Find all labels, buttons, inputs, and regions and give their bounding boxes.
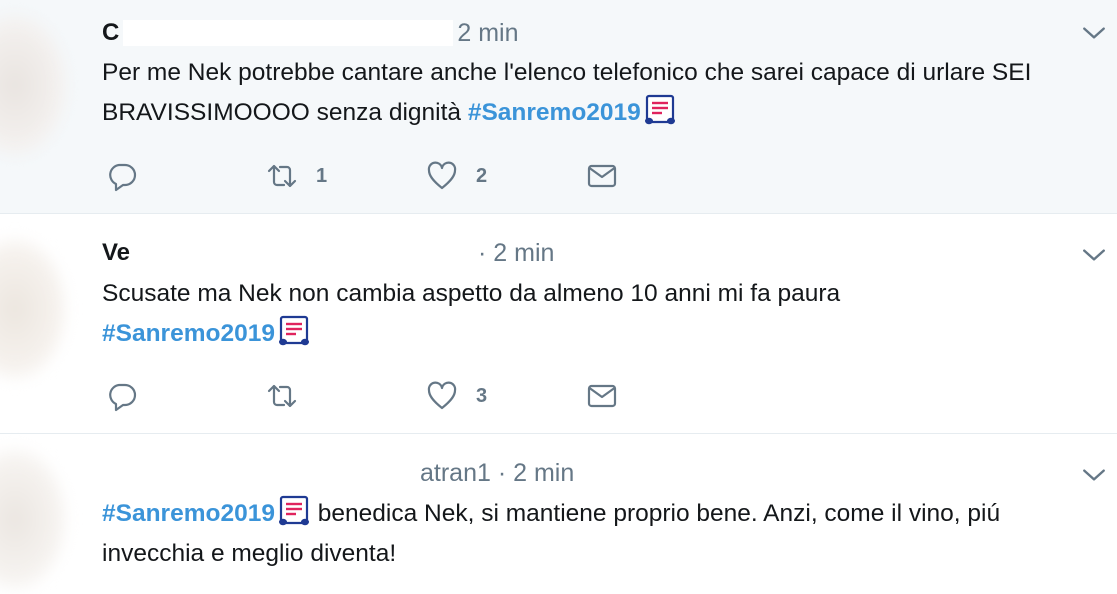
hashtag-link[interactable]: #Sanremo2019 <box>102 320 275 347</box>
tweet[interactable]: atran1 · 2 min #Sanremo2019 benedica Nek… <box>0 434 1117 594</box>
tweet-header: Ve · 2 min <box>102 238 554 268</box>
tweet-text: Scusate ma Nek non cambia aspetto da alm… <box>102 274 1097 354</box>
chevron-down-icon[interactable] <box>1081 242 1107 268</box>
avatar[interactable] <box>0 444 70 594</box>
dm-button[interactable] <box>586 380 746 412</box>
musical-score-emoji <box>278 495 309 526</box>
reply-icon <box>109 163 137 192</box>
redacted-handle <box>106 460 416 486</box>
like-button[interactable]: 3 <box>426 380 586 412</box>
like-count: 3 <box>476 384 488 407</box>
timestamp[interactable]: · 2 min <box>478 239 554 268</box>
like-count: 2 <box>476 164 488 187</box>
envelope-icon <box>587 384 617 408</box>
chevron-down-icon[interactable] <box>1081 462 1107 488</box>
redacted-handle <box>134 240 475 266</box>
tweet-text: #Sanremo2019 benedica Nek, si mantiene p… <box>102 494 1097 574</box>
hashtag-link[interactable]: #Sanremo2019 <box>468 99 641 126</box>
retweet-count: 1 <box>316 164 328 187</box>
tweet-header: atran1 · 2 min <box>102 458 574 488</box>
reply-icon <box>109 383 137 412</box>
musical-score-emoji <box>644 94 675 125</box>
timestamp[interactable]: · 2 min <box>498 459 574 488</box>
retweet-button[interactable]: 1 <box>266 160 426 192</box>
dm-button[interactable] <box>586 160 746 192</box>
retweet-button[interactable] <box>266 380 426 412</box>
tweet[interactable]: Ve · 2 min Scusate ma Nek non cambia asp… <box>0 214 1117 434</box>
like-button[interactable]: 2 <box>426 160 586 192</box>
redacted-handle <box>123 20 454 46</box>
retweet-icon <box>267 164 297 188</box>
avatar[interactable] <box>0 234 70 384</box>
author-handle-fragment[interactable]: atran1 <box>420 459 491 488</box>
envelope-icon <box>587 164 617 188</box>
reply-button[interactable] <box>106 380 266 412</box>
tweet-header: C 2 min <box>102 18 518 48</box>
retweet-icon <box>267 384 297 408</box>
tweet-actions: 1 2 <box>106 158 746 194</box>
reply-button[interactable] <box>106 160 266 192</box>
timestamp[interactable]: 2 min <box>457 19 518 48</box>
chevron-down-icon[interactable] <box>1081 20 1107 46</box>
tweet-actions: 3 <box>106 378 746 414</box>
heart-icon <box>427 381 457 410</box>
hashtag-link[interactable]: #Sanremo2019 <box>102 500 275 527</box>
author-name[interactable]: Ve <box>102 239 130 267</box>
tweet[interactable]: C 2 min Per me Nek potrebbe cantare anch… <box>0 0 1117 214</box>
tweet-text: Per me Nek potrebbe cantare anche l'elen… <box>102 53 1097 133</box>
avatar[interactable] <box>0 10 70 160</box>
heart-icon <box>427 161 457 190</box>
author-name[interactable]: C <box>102 19 119 47</box>
musical-score-emoji <box>278 315 309 346</box>
tweet-text-body: Scusate ma Nek non cambia aspetto da alm… <box>102 280 841 307</box>
